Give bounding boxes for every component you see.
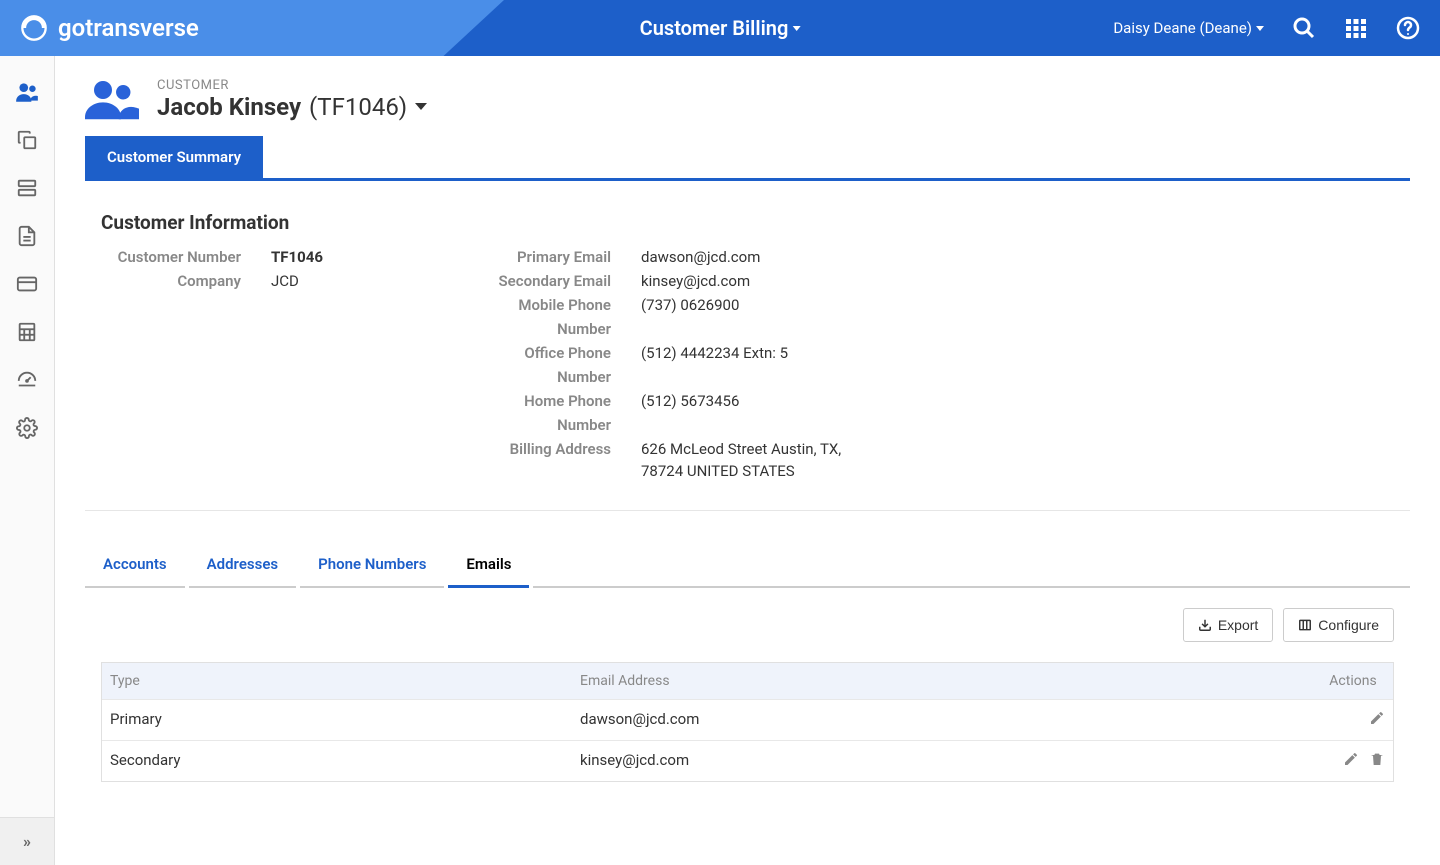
- office-phone-label-2: Number: [481, 366, 641, 388]
- edit-button[interactable]: [1343, 751, 1359, 771]
- page-title-dropdown[interactable]: Jacob Kinsey (TF1046): [157, 93, 427, 121]
- company-label: Company: [101, 270, 271, 292]
- delete-button[interactable]: [1369, 751, 1385, 771]
- customer-number-value: TF1046: [271, 246, 323, 268]
- chevrons-right-icon: »: [23, 832, 31, 851]
- th-type[interactable]: Type: [102, 663, 572, 699]
- sidebar-document[interactable]: [0, 212, 54, 260]
- chevron-down-icon: [792, 26, 800, 31]
- customer-icon: [85, 76, 139, 122]
- brand-icon: [20, 14, 48, 42]
- help-icon[interactable]: [1396, 16, 1420, 40]
- tab-phone-numbers[interactable]: Phone Numbers: [300, 543, 444, 588]
- sidebar-copy[interactable]: [0, 116, 54, 164]
- primary-tabs: Customer Summary: [85, 136, 1410, 181]
- mobile-phone-label-1: Mobile Phone: [481, 294, 641, 316]
- gear-icon: [16, 417, 38, 439]
- emails-table: Type Email Address Actions Primarydawson…: [101, 662, 1394, 782]
- sub-tabs: Accounts Addresses Phone Numbers Emails: [85, 511, 1410, 588]
- trash-icon: [1369, 751, 1385, 767]
- cell-type: Primary: [102, 700, 572, 740]
- table-row: Secondarykinsey@jcd.com: [102, 740, 1393, 781]
- sidebar-card[interactable]: [0, 260, 54, 308]
- apps-grid-icon[interactable]: [1344, 16, 1368, 40]
- company-value: JCD: [271, 270, 299, 292]
- home-phone-value: (512) 5673456: [641, 390, 739, 412]
- tab-customer-summary[interactable]: Customer Summary: [85, 136, 263, 178]
- cell-actions: [1313, 700, 1393, 740]
- sidebar: »: [0, 56, 55, 865]
- sidebar-customers[interactable]: [0, 68, 54, 116]
- server-icon: [16, 177, 38, 199]
- th-actions: Actions: [1313, 663, 1393, 699]
- secondary-email-label: Secondary Email: [481, 270, 641, 292]
- mobile-phone-value: (737) 0626900: [641, 294, 739, 316]
- primary-email-label: Primary Email: [481, 246, 641, 268]
- billing-address-label: Billing Address: [481, 438, 641, 460]
- gauge-icon: [16, 369, 38, 391]
- app-header: gotransverse Customer Billing Daisy Dean…: [0, 0, 1440, 56]
- export-button[interactable]: Export: [1183, 608, 1273, 642]
- columns-icon: [1298, 618, 1312, 632]
- cell-actions: [1313, 741, 1393, 781]
- pencil-icon: [1343, 751, 1359, 767]
- cell-email: dawson@jcd.com: [572, 700, 1313, 740]
- th-email[interactable]: Email Address: [572, 663, 1313, 699]
- main-content: CUSTOMER Jacob Kinsey (TF1046) Customer …: [55, 56, 1440, 865]
- office-phone-label-1: Office Phone: [481, 342, 641, 364]
- edit-button[interactable]: [1369, 710, 1385, 730]
- users-icon: [14, 79, 40, 105]
- table-row: Primarydawson@jcd.com: [102, 699, 1393, 740]
- office-phone-value: (512) 4442234 Extn: 5: [641, 342, 788, 364]
- customer-number-label: Customer Number: [101, 246, 271, 268]
- chevron-down-icon: [1256, 26, 1264, 31]
- download-icon: [1198, 618, 1212, 632]
- document-icon: [16, 225, 38, 247]
- user-menu[interactable]: Daisy Deane (Deane): [1113, 19, 1264, 37]
- primary-email-value: dawson@jcd.com: [641, 246, 760, 268]
- tab-addresses[interactable]: Addresses: [189, 543, 296, 588]
- credit-card-icon: [16, 273, 38, 295]
- chevron-down-icon: [415, 103, 427, 110]
- section-title: Customer Information: [101, 211, 1394, 234]
- tab-accounts[interactable]: Accounts: [85, 543, 185, 588]
- home-phone-label-1: Home Phone: [481, 390, 641, 412]
- configure-button[interactable]: Configure: [1283, 608, 1394, 642]
- pencil-icon: [1369, 710, 1385, 726]
- brand-logo[interactable]: gotransverse: [20, 14, 199, 42]
- sidebar-calculator[interactable]: [0, 308, 54, 356]
- brand-text: gotransverse: [58, 14, 199, 42]
- cell-email: kinsey@jcd.com: [572, 741, 1313, 781]
- tab-emails[interactable]: Emails: [448, 543, 529, 588]
- module-title-dropdown[interactable]: Customer Billing: [640, 16, 801, 40]
- page-label: CUSTOMER: [157, 78, 427, 93]
- secondary-email-value: kinsey@jcd.com: [641, 270, 750, 292]
- sidebar-servers[interactable]: [0, 164, 54, 212]
- search-icon[interactable]: [1292, 16, 1316, 40]
- home-phone-label-2: Number: [481, 414, 641, 436]
- copy-icon: [16, 129, 38, 151]
- sidebar-expand-button[interactable]: »: [0, 817, 54, 865]
- cell-type: Secondary: [102, 741, 572, 781]
- sidebar-settings[interactable]: [0, 404, 54, 452]
- mobile-phone-label-2: Number: [481, 318, 641, 340]
- billing-address-value: 626 McLeod Street Austin, TX, 78724 UNIT…: [641, 438, 881, 482]
- sidebar-dashboard[interactable]: [0, 356, 54, 404]
- calculator-icon: [16, 321, 38, 343]
